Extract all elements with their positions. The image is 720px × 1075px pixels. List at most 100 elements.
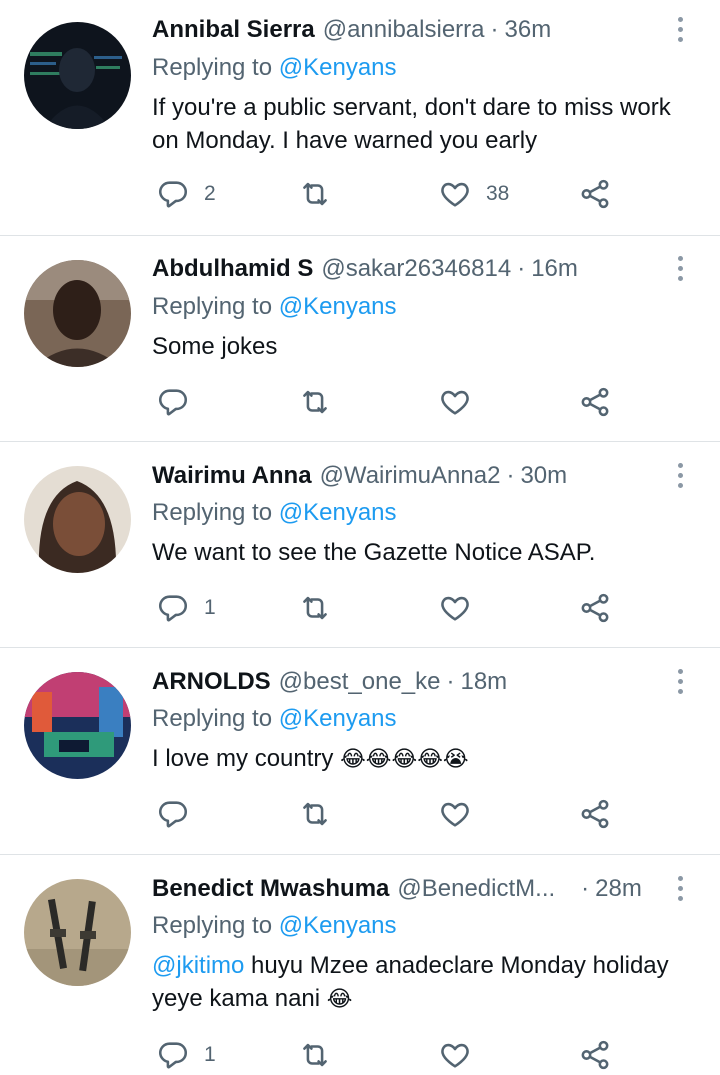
share-button[interactable] xyxy=(578,588,612,628)
retweet-icon xyxy=(303,596,327,620)
reply-bubble-icon xyxy=(158,181,188,208)
divider xyxy=(0,235,720,236)
reply-button[interactable]: 1 xyxy=(156,1035,216,1075)
more-vertical-icon[interactable] xyxy=(668,251,692,285)
reply-button[interactable]: 1 xyxy=(156,588,216,628)
share-button[interactable] xyxy=(578,174,612,214)
more-vertical-icon[interactable] xyxy=(668,458,692,492)
like-button[interactable]: 38 xyxy=(438,174,509,214)
display-name[interactable]: Wairimu Anna xyxy=(152,462,312,490)
separator-dot: · xyxy=(581,875,590,902)
like-button[interactable] xyxy=(438,1035,486,1075)
display-name[interactable]: ARNOLDS xyxy=(152,668,271,696)
like-button[interactable] xyxy=(438,382,486,422)
text-mention[interactable]: @jkitimo xyxy=(152,952,244,979)
timestamp[interactable]: 30m xyxy=(520,462,567,490)
replying-prefix: Replying to xyxy=(152,293,273,320)
avatar-image xyxy=(24,466,131,573)
replying-mention[interactable]: @Kenyans xyxy=(279,912,397,939)
avatar[interactable] xyxy=(24,879,131,986)
reply-button[interactable] xyxy=(156,382,204,422)
divider xyxy=(0,441,720,442)
retweet-button[interactable] xyxy=(298,382,346,422)
user-handle[interactable]: @sakar26346814 xyxy=(321,255,511,283)
reply-bubble-icon xyxy=(158,801,188,828)
reply-bubble-icon xyxy=(158,1042,188,1069)
tweet-actions: 2 38 xyxy=(0,174,720,214)
reply-bubble-icon xyxy=(158,595,188,622)
timestamp[interactable]: 16m xyxy=(531,255,578,283)
avatar[interactable] xyxy=(24,466,131,573)
retweet-button[interactable] xyxy=(298,174,346,214)
divider xyxy=(0,647,720,648)
separator-dot: · xyxy=(517,255,526,282)
avatar[interactable] xyxy=(24,672,131,779)
share-button[interactable] xyxy=(578,382,612,422)
tweet-actions xyxy=(0,382,720,422)
like-button[interactable] xyxy=(438,794,486,834)
display-name[interactable]: Benedict Mwashuma xyxy=(152,875,389,903)
replying-mention[interactable]: @Kenyans xyxy=(279,499,397,526)
replying-mention[interactable]: @Kenyans xyxy=(279,293,397,320)
share-icon xyxy=(581,1040,609,1070)
emoji-sequence: 😂 xyxy=(326,987,353,1012)
share-icon xyxy=(581,799,609,829)
replying-to: Replying to @Kenyans xyxy=(152,499,397,527)
heart-icon xyxy=(441,802,469,827)
timestamp[interactable]: 36m xyxy=(505,16,552,44)
more-vertical-icon[interactable] xyxy=(668,12,692,46)
retweet-button[interactable] xyxy=(298,1035,346,1075)
replying-prefix: Replying to xyxy=(152,705,273,732)
display-name[interactable]: Annibal Sierra xyxy=(152,16,315,44)
separator-dot: · xyxy=(490,16,499,43)
retweet-icon xyxy=(303,390,327,414)
like-button[interactable] xyxy=(438,588,486,628)
replying-to: Replying to @Kenyans xyxy=(152,705,397,733)
avatar-image xyxy=(24,672,131,779)
user-handle[interactable]: @BenedictM... xyxy=(397,875,555,903)
more-vertical-icon[interactable] xyxy=(668,871,692,905)
heart-icon xyxy=(441,390,469,415)
retweet-button[interactable] xyxy=(298,794,346,834)
reply-count: 1 xyxy=(204,1043,216,1066)
replying-to: Replying to @Kenyans xyxy=(152,293,397,321)
share-icon xyxy=(581,593,609,623)
reply-button[interactable] xyxy=(156,794,204,834)
retweet-button[interactable] xyxy=(298,588,346,628)
heart-icon xyxy=(441,596,469,621)
reply-bubble-icon xyxy=(158,389,188,416)
replying-prefix: Replying to xyxy=(152,912,273,939)
retweet-icon xyxy=(303,1043,327,1067)
avatar[interactable] xyxy=(24,260,131,367)
share-button[interactable] xyxy=(578,1035,612,1075)
tweet-actions: 1 xyxy=(0,588,720,628)
user-handle[interactable]: @WairimuAnna2 xyxy=(320,462,501,490)
tweet-actions xyxy=(0,794,720,834)
avatar-image xyxy=(24,22,131,129)
tweet-text: @jkitimo huyu Mzee anadeclare Monday hol… xyxy=(152,949,700,1016)
replying-to: Replying to @Kenyans xyxy=(152,54,397,82)
retweet-icon xyxy=(303,802,327,826)
tweet-text-content: I love my country xyxy=(152,745,334,772)
like-count: 38 xyxy=(486,182,510,205)
replying-mention[interactable]: @Kenyans xyxy=(279,705,397,732)
timestamp[interactable]: 18m xyxy=(460,668,507,696)
separator-dot: · xyxy=(446,668,455,695)
tweet-header: Annibal Sierra @annibalsierra · 36m xyxy=(152,13,551,47)
replying-prefix: Replying to xyxy=(152,499,273,526)
display-name[interactable]: Abdulhamid S xyxy=(152,255,313,283)
tweet-text: I love my country 😂😂😂😂😭 xyxy=(152,742,700,776)
more-vertical-icon[interactable] xyxy=(668,664,692,698)
user-handle[interactable]: @best_one_ke xyxy=(279,668,441,696)
user-handle[interactable]: @annibalsierra xyxy=(323,16,485,44)
heart-icon xyxy=(441,182,469,207)
avatar[interactable] xyxy=(24,22,131,129)
reply-count: 1 xyxy=(204,596,216,619)
tweet-header: Benedict Mwashuma @BenedictM... · 28m xyxy=(152,872,642,906)
replying-mention[interactable]: @Kenyans xyxy=(279,54,397,81)
replying-to: Replying to @Kenyans xyxy=(152,912,397,940)
share-button[interactable] xyxy=(578,794,612,834)
reply-button[interactable]: 2 xyxy=(156,174,216,214)
heart-icon xyxy=(441,1043,469,1068)
timestamp[interactable]: 28m xyxy=(595,875,642,903)
